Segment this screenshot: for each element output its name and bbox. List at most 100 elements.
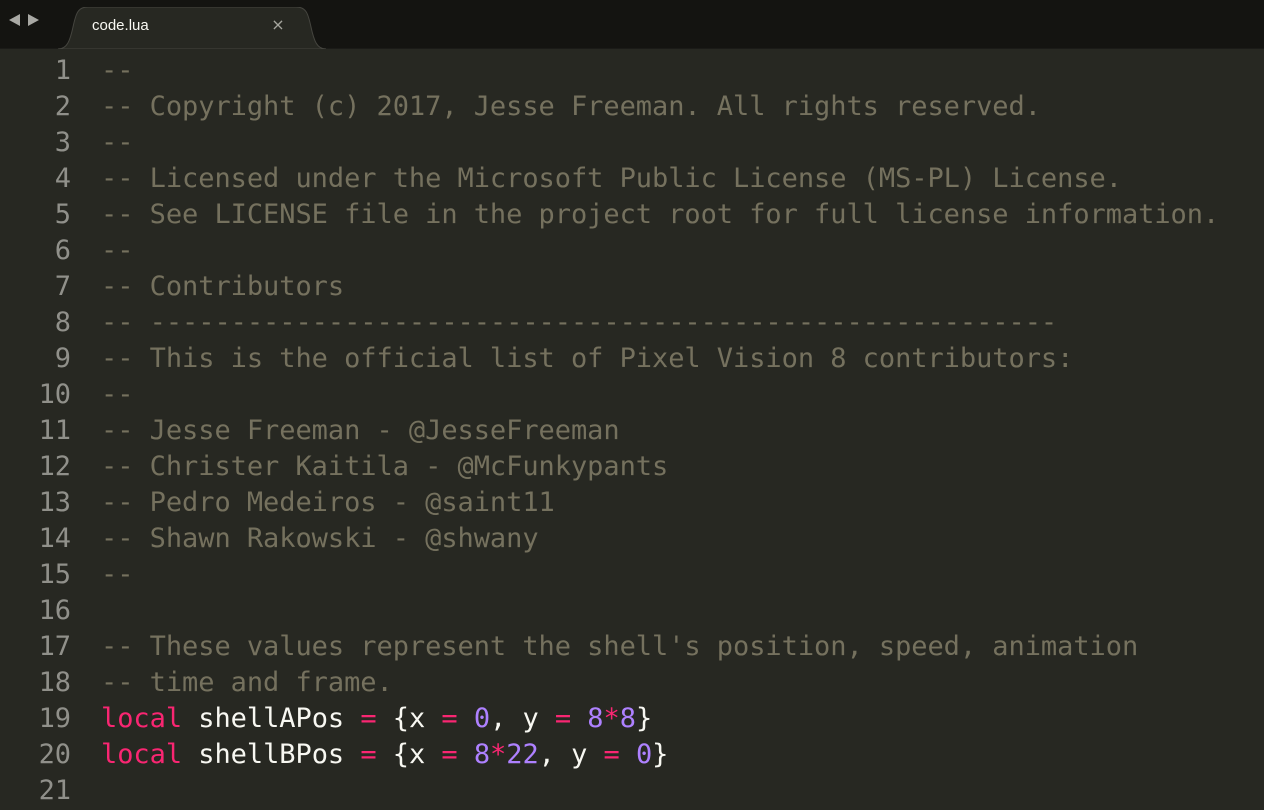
code-token: =	[360, 739, 377, 770]
tab-bar: code.lua ×	[0, 0, 1264, 49]
editor-window: code.lua × 1 -- 2 -- Copyright (c) 2017, Je…	[0, 0, 1264, 810]
code-text: -- -------------------------------------…	[101, 307, 1058, 338]
code-text: -- See LICENSE file in the project root …	[101, 199, 1220, 230]
code-line[interactable]: 10 --	[0, 377, 1264, 413]
code-token: shellBPos	[198, 739, 345, 770]
code-text: -- Pedro Medeiros - @saint11	[101, 487, 555, 518]
code-text: -- Jesse Freeman - @JesseFreeman	[101, 415, 620, 446]
code-line[interactable]: 19 local shellAPos = {x = 0, y = 8*8}	[0, 701, 1264, 737]
code-token: 8	[619, 703, 636, 734]
arrow-right-icon[interactable]	[28, 14, 39, 26]
code-text: --	[101, 235, 134, 266]
code-token: , y	[490, 703, 555, 734]
code-line[interactable]: 1 --	[0, 53, 1264, 89]
code-line[interactable]: 9 -- This is the official list of Pixel V…	[0, 341, 1264, 377]
line-number: 13	[38, 487, 71, 518]
code-token: *	[490, 739, 507, 770]
code-text: -- Licensed under the Microsoft Public L…	[101, 163, 1122, 194]
code-line[interactable]: 12 -- Christer Kaitila - @McFunkypants	[0, 449, 1264, 485]
code-token: local	[101, 739, 183, 770]
code-line[interactable]: 6 --	[0, 233, 1264, 269]
code-token: =	[441, 703, 458, 734]
code-line[interactable]: 13 -- Pedro Medeiros - @saint11	[0, 485, 1264, 521]
code-text: -- This is the official list of Pixel Vi…	[101, 343, 1074, 374]
code-token: =	[360, 703, 377, 734]
code-line[interactable]: 11 -- Jesse Freeman - @JesseFreeman	[0, 413, 1264, 449]
code-line[interactable]: 4 -- Licensed under the Microsoft Public …	[0, 161, 1264, 197]
line-number: 3	[54, 127, 71, 158]
code-token: =	[441, 739, 458, 770]
code-token: local	[101, 703, 183, 734]
close-icon[interactable]: ×	[270, 16, 286, 34]
tab-label: code.lua	[92, 17, 149, 34]
code-token: {x	[376, 739, 442, 770]
code-line[interactable]: 15 --	[0, 557, 1264, 593]
code-token: 8	[587, 703, 604, 734]
code-text: --	[101, 559, 134, 590]
code-line[interactable]: 5 -- See LICENSE file in the project root…	[0, 197, 1264, 233]
code-line[interactable]: 21	[0, 773, 1264, 809]
code-text: --	[101, 55, 134, 86]
line-number: 6	[54, 235, 71, 266]
code-line[interactable]: 2 -- Copyright (c) 2017, Jesse Freeman. A…	[0, 89, 1264, 125]
code-text: -- Shawn Rakowski - @shwany	[101, 523, 539, 554]
code-token: *	[603, 703, 620, 734]
code-token: , y	[538, 739, 604, 770]
line-number: 20	[38, 739, 71, 770]
code-text: -- Contributors	[101, 271, 345, 302]
code-line[interactable]: 3 --	[0, 125, 1264, 161]
code-token: shellAPos	[198, 703, 345, 734]
line-number: 14	[38, 523, 71, 554]
code-text: -- time and frame.	[101, 667, 393, 698]
code-text: local shellBPos = {x = 8*22, y = 0}	[101, 737, 668, 773]
line-number: 8	[54, 307, 71, 338]
code-line[interactable]: 20 local shellBPos = {x = 8*22, y = 0}	[0, 737, 1264, 773]
line-number: 11	[38, 415, 71, 446]
code-text: --	[101, 379, 134, 410]
code-line[interactable]: 8 -- ------------------------------------…	[0, 305, 1264, 341]
nav-arrows	[9, 14, 39, 26]
code-token: 0	[635, 739, 653, 770]
line-number: 15	[38, 559, 71, 590]
line-number: 21	[38, 775, 71, 806]
line-number: 9	[54, 343, 71, 374]
line-number: 5	[54, 199, 71, 230]
line-number: 2	[54, 91, 71, 122]
code-line[interactable]: 14 -- Shawn Rakowski - @shwany	[0, 521, 1264, 557]
code-line[interactable]: 17 -- These values represent the shell's …	[0, 629, 1264, 665]
code-token: 8	[473, 739, 491, 770]
line-number: 4	[54, 163, 71, 194]
code-token: =	[554, 703, 572, 734]
line-number: 12	[38, 451, 71, 482]
line-number: 16	[38, 595, 71, 626]
code-editor[interactable]: 1 -- 2 -- Copyright (c) 2017, Jesse Freeman…	[0, 53, 1264, 810]
code-text: --	[101, 127, 134, 158]
code-text: -- These values represent the shell's po…	[101, 631, 1139, 662]
tab-code-lua[interactable]: code.lua ×	[58, 7, 326, 49]
line-number: 19	[38, 703, 71, 734]
code-token: 0	[473, 703, 491, 734]
code-line[interactable]: 16	[0, 593, 1264, 629]
line-number: 1	[54, 55, 71, 86]
code-token: }	[652, 739, 669, 770]
code-token: {x	[376, 703, 442, 734]
code-token: =	[603, 739, 620, 770]
arrow-left-icon[interactable]	[9, 14, 20, 26]
line-number: 10	[38, 379, 71, 410]
code-text: -- Copyright (c) 2017, Jesse Freeman. Al…	[101, 91, 1041, 122]
code-text: local shellAPos = {x = 0, y = 8*8}	[101, 701, 652, 737]
code-line[interactable]: 18 -- time and frame.	[0, 665, 1264, 701]
code-text: -- Christer Kaitila - @McFunkypants	[101, 451, 669, 482]
line-number: 7	[54, 271, 71, 302]
code-token: 22	[506, 739, 539, 770]
code-line[interactable]: 7 -- Contributors	[0, 269, 1264, 305]
line-number: 17	[38, 631, 71, 662]
